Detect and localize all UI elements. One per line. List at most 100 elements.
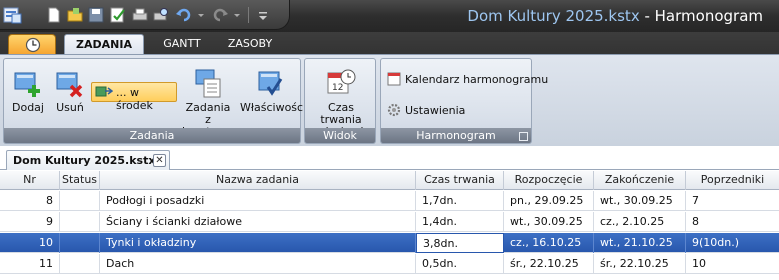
tasks-from-estimate-icon <box>195 69 221 98</box>
ribbon-group-label-zadania: Zadania <box>4 128 300 143</box>
grid-header: Nr Status Nazwa zadania Czas trwania Roz… <box>0 171 779 190</box>
delete-task-icon <box>56 72 83 98</box>
schedule-calendar-button[interactable]: Kalendarz harmonogramu <box>387 72 548 86</box>
undo-icon[interactable] <box>176 7 192 23</box>
ribbon: Dodaj Usuń Zadania z kosztorysu <box>0 54 779 146</box>
cell-start[interactable]: wt., 30.09.25 <box>504 212 594 232</box>
add-task-button[interactable]: Dodaj <box>8 67 48 114</box>
cell-name[interactable]: Ściany i ścianki działowe <box>100 212 416 232</box>
redo-dropdown-icon[interactable] <box>233 7 241 23</box>
column-header-end[interactable]: Zakończenie <box>594 171 686 190</box>
add-task-label: Dodaj <box>12 101 44 114</box>
delete-task-button[interactable]: Usuń <box>50 67 90 114</box>
cell-nr[interactable]: 10 <box>0 233 60 253</box>
window-title-app: Harmonogram <box>654 7 763 25</box>
window-title-file: Dom Kultury 2025.kstx <box>467 7 640 25</box>
tab-zasoby[interactable]: ZASOBY <box>221 34 279 54</box>
add-task-icon <box>14 72 40 97</box>
redo-icon[interactable] <box>212 7 228 23</box>
properties-icon <box>258 71 283 96</box>
cell-name[interactable]: Dach <box>100 254 416 274</box>
delete-task-label: Usuń <box>56 101 84 114</box>
cell-predecessors[interactable]: 10 <box>686 254 779 274</box>
tab-zadania[interactable]: ZADANIA <box>64 34 144 54</box>
cell-status[interactable] <box>60 191 100 211</box>
task-grid: Nr Status Nazwa zadania Czas trwania Roz… <box>0 171 779 280</box>
table-row[interactable]: 8 Podłogi i posadzki 1,7dn. pn., 29.09.2… <box>0 191 779 211</box>
column-header-predecessors[interactable]: Poprzedniki <box>686 171 779 190</box>
table-row[interactable]: 9 Ściany i ścianki działowe 1,4dn. wt., … <box>0 212 779 232</box>
new-document-icon[interactable] <box>46 7 62 23</box>
window-title: Dom Kultury 2025.kstx - Harmonogram <box>467 7 763 25</box>
ribbon-group-label-widok: Widok <box>305 128 375 143</box>
cell-duration[interactable]: 1,4dn. <box>416 212 504 232</box>
cell-nr[interactable]: 11 <box>0 254 60 274</box>
insert-middle-button[interactable]: ... w środek <box>91 82 177 112</box>
document-tab[interactable]: Dom Kultury 2025.kstx ✕ <box>6 150 170 170</box>
clock-icon <box>25 37 41 53</box>
properties-button[interactable]: Właściwości <box>240 67 306 114</box>
document-tab-strip: Dom Kultury 2025.kstx ✕ <box>0 146 779 170</box>
title-bar: Dom Kultury 2025.kstx - Harmonogram <box>0 0 779 32</box>
cell-duration[interactable]: 1,7dn. <box>416 191 504 211</box>
document-tab-label: Dom Kultury 2025.kstx <box>13 154 156 167</box>
file-menu-button[interactable] <box>8 34 56 54</box>
svg-text:12: 12 <box>332 83 343 93</box>
quick-access-toolbar <box>0 0 290 30</box>
cell-end[interactable]: wt., 30.09.25 <box>594 191 686 211</box>
insert-middle-icon <box>95 86 113 97</box>
print-preview-icon[interactable] <box>153 7 169 23</box>
save-icon[interactable] <box>88 7 104 23</box>
print-icon[interactable] <box>132 7 148 23</box>
insert-middle-label: ... w środek <box>116 86 153 112</box>
ribbon-group-widok: 12 Czas trwania w dn./godz. Widok <box>304 58 376 144</box>
duration-units-label-1: Czas trwania <box>320 101 362 126</box>
ribbon-tabs: ZADANIA GANTT ZASOBY <box>0 32 779 54</box>
column-header-duration[interactable]: Czas trwania <box>416 171 504 190</box>
properties-label: Właściwości <box>240 101 307 114</box>
cell-start[interactable]: pn., 29.09.25 <box>504 191 594 211</box>
schedule-calendar-label: Kalendarz harmonogramu <box>405 73 549 86</box>
app-icon[interactable] <box>3 5 23 25</box>
cell-duration-focused[interactable]: 3,8dn. <box>416 233 504 253</box>
cell-start[interactable]: cz., 16.10.25 <box>504 233 594 253</box>
calendar-icon <box>387 72 401 86</box>
cell-end[interactable]: wt., 21.10.25 <box>594 233 686 253</box>
ribbon-group-label-harmonogram: Harmonogram <box>381 128 531 143</box>
settings-label: Ustawienia <box>405 104 466 117</box>
tab-gantt[interactable]: GANTT <box>155 34 209 54</box>
settings-button[interactable]: Ustawienia <box>387 103 465 117</box>
cell-nr[interactable]: 9 <box>0 212 60 232</box>
undo-dropdown-icon[interactable] <box>197 7 205 23</box>
gear-icon <box>387 103 401 117</box>
toolbar-separator <box>248 7 249 23</box>
cell-predecessors[interactable]: 9(10dn.) <box>686 233 779 253</box>
window-title-separator: - <box>639 7 655 25</box>
cell-start[interactable]: śr., 22.10.25 <box>504 254 594 274</box>
cell-name[interactable]: Podłogi i posadzki <box>100 191 416 211</box>
cell-status[interactable] <box>60 254 100 274</box>
customize-toolbar-icon[interactable] <box>258 7 268 23</box>
cell-end[interactable]: cz., 2.10.25 <box>594 212 686 232</box>
close-icon[interactable]: ✕ <box>153 154 166 167</box>
table-row-selected[interactable]: 10 Tynki i okładziny 3,8dn. cz., 16.10.2… <box>0 233 779 253</box>
tasks-from-estimate-label-1: Zadania z <box>185 101 231 126</box>
cell-end[interactable]: śr., 22.10.25 <box>594 254 686 274</box>
column-header-nr[interactable]: Nr <box>0 171 60 190</box>
ribbon-group-harmonogram: Kalendarz harmonogramu Ustawienia Harmon… <box>380 58 548 144</box>
column-header-start[interactable]: Rozpoczęcie <box>504 171 594 190</box>
table-row[interactable]: 11 Dach 0,5dn. śr., 22.10.25 śr., 22.10.… <box>0 254 779 274</box>
checkmark-icon[interactable] <box>110 7 126 23</box>
cell-status[interactable] <box>60 212 100 232</box>
cell-name[interactable]: Tynki i okładziny <box>100 233 416 253</box>
dialog-launcher-icon[interactable] <box>519 132 528 141</box>
cell-status[interactable] <box>60 233 100 253</box>
cell-predecessors[interactable]: 8 <box>686 212 779 232</box>
column-header-status[interactable]: Status <box>60 171 100 190</box>
open-folder-icon[interactable] <box>67 7 83 23</box>
cell-duration[interactable]: 0,5dn. <box>416 254 504 274</box>
cell-nr[interactable]: 8 <box>0 191 60 211</box>
cell-predecessors[interactable]: 7 <box>686 191 779 211</box>
column-header-name[interactable]: Nazwa zadania <box>100 171 416 190</box>
calendar-clock-icon: 12 <box>327 69 356 94</box>
